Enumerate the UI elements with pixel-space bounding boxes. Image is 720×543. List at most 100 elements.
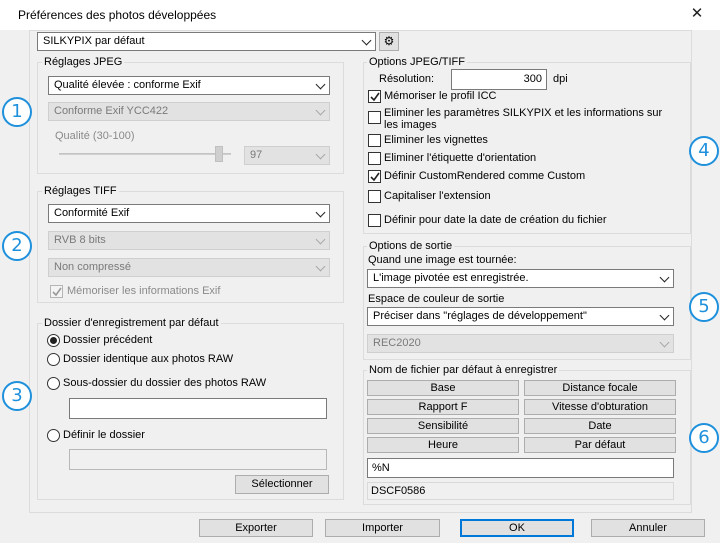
- export-button[interactable]: Exporter: [199, 519, 313, 537]
- radio-selected-dot: [50, 337, 57, 344]
- jpeg-quality-select-value: Qualité élevée : conforme Exif: [54, 79, 201, 91]
- tiff-exif-checkbox[interactable]: [50, 285, 63, 298]
- token-date-button[interactable]: Date: [524, 418, 676, 434]
- jpeg-format-select[interactable]: Conforme Exif YCC422: [48, 102, 330, 121]
- tiff-conformity-select-value: Conformité Exif: [54, 207, 130, 219]
- radio-previous-folder[interactable]: [47, 334, 60, 347]
- tiff-compression-select[interactable]: Non compressé: [48, 258, 330, 277]
- folder-path-input[interactable]: [69, 449, 327, 470]
- custom-rendered-label: Définir CustomRendered comme Custom: [384, 170, 586, 182]
- preset-select[interactable]: SILKYPIX par défaut: [37, 32, 376, 51]
- remove-thumbs-checkbox[interactable]: [368, 134, 381, 147]
- tiff-settings-title: Réglages TIFF: [42, 185, 119, 197]
- jpeg-quality-select[interactable]: Qualité élevée : conforme Exif: [48, 76, 330, 95]
- chevron-down-icon: [315, 149, 326, 160]
- tiff-bits-select-value: RVB 8 bits: [54, 234, 106, 246]
- chevron-down-icon: [315, 105, 326, 116]
- title-bar: Préférences des photos développées ✕: [0, 0, 720, 30]
- rotated-select[interactable]: L'image pivotée est enregistrée.: [367, 269, 674, 288]
- callout-2: 2: [2, 231, 32, 261]
- radio-define-folder-label: Définir le dossier: [63, 429, 145, 441]
- colorspace-label: Espace de couleur de sortie: [368, 293, 505, 305]
- chevron-down-icon: [315, 79, 326, 90]
- radio-same-as-raw-label: Dossier identique aux photos RAW: [63, 353, 234, 365]
- radio-same-as-raw[interactable]: [47, 353, 60, 366]
- token-iso-button[interactable]: Sensibilité: [367, 418, 519, 434]
- tiff-exif-label: Mémoriser les informations Exif: [67, 285, 221, 297]
- subfolder-input[interactable]: [69, 398, 327, 419]
- token-base-button[interactable]: Base: [367, 380, 519, 396]
- jpeg-quality-value-select[interactable]: 97: [244, 146, 330, 165]
- remove-orientation-checkbox[interactable]: [368, 152, 381, 165]
- filename-preview: DSCF0586: [367, 482, 674, 500]
- colorspace-select[interactable]: Préciser dans "réglages de développement…: [367, 307, 674, 326]
- gear-icon: ⚙: [383, 34, 395, 48]
- icc-profile-label: Mémoriser le profil ICC: [384, 90, 497, 102]
- jpeg-format-select-value: Conforme Exif YCC422: [54, 105, 169, 117]
- chevron-down-icon: [659, 272, 670, 283]
- tiff-conformity-select[interactable]: Conformité Exif: [48, 204, 330, 223]
- remove-params-label: Eliminer les paramètres SILKYPIX et les …: [384, 107, 663, 131]
- filename-pattern-input[interactable]: %N: [367, 458, 674, 478]
- rec-select-value: REC2020: [373, 337, 421, 349]
- jpeg-quality-slider[interactable]: [59, 153, 231, 155]
- preset-select-value: SILKYPIX par défaut: [43, 35, 145, 47]
- remove-thumbs-label: Eliminer les vignettes: [384, 134, 488, 146]
- callout-3: 3: [2, 381, 32, 411]
- colorspace-select-value: Préciser dans "réglages de développement…: [373, 310, 587, 322]
- chevron-down-icon: [659, 337, 670, 348]
- capitalize-ext-label: Capitaliser l'extension: [384, 190, 491, 202]
- resolution-label: Résolution:: [379, 73, 435, 85]
- window-title: Préférences des photos développées: [18, 8, 217, 22]
- callout-4: 4: [689, 136, 719, 166]
- chevron-down-icon: [315, 207, 326, 218]
- icc-profile-checkbox[interactable]: [368, 90, 381, 103]
- callout-6: 6: [689, 423, 719, 453]
- token-default-button[interactable]: Par défaut: [524, 437, 676, 453]
- resolution-input[interactable]: 300: [451, 69, 547, 90]
- jpeg-tiff-options-title: Options JPEG/TIFF: [367, 56, 467, 68]
- checkmark-icon: [52, 287, 62, 297]
- radio-define-folder[interactable]: [47, 429, 60, 442]
- jpeg-quality-value: 97: [250, 149, 263, 161]
- creation-date-checkbox[interactable]: [368, 214, 381, 227]
- close-icon[interactable]: ✕: [686, 4, 708, 24]
- chevron-down-icon: [315, 234, 326, 245]
- token-focal-button[interactable]: Distance focale: [524, 380, 676, 396]
- rotated-label: Quand une image est tournée:: [368, 254, 517, 266]
- folder-title: Dossier d'enregistrement par défaut: [42, 317, 221, 329]
- preset-settings-button[interactable]: ⚙: [379, 32, 399, 51]
- custom-rendered-checkbox[interactable]: [368, 170, 381, 183]
- radio-raw-subfolder-label: Sous-dossier du dossier des photos RAW: [63, 377, 267, 389]
- capitalize-ext-checkbox[interactable]: [368, 190, 381, 203]
- chevron-down-icon: [361, 35, 372, 46]
- rec-select[interactable]: REC2020: [367, 334, 674, 353]
- checkmark-icon: [370, 92, 380, 102]
- jpeg-quality-label: Qualité (30-100): [55, 130, 135, 142]
- select-folder-button[interactable]: Sélectionner: [235, 475, 329, 494]
- chevron-down-icon: [659, 310, 670, 321]
- radio-raw-subfolder[interactable]: [47, 377, 60, 390]
- radio-previous-folder-label: Dossier précédent: [63, 334, 153, 346]
- jpeg-quality-slider-thumb[interactable]: [214, 146, 223, 162]
- jpeg-settings-title: Réglages JPEG: [42, 56, 125, 68]
- rotated-select-value: L'image pivotée est enregistrée.: [373, 272, 529, 284]
- remove-params-checkbox[interactable]: [368, 111, 381, 124]
- callout-1: 1: [2, 97, 32, 127]
- remove-orientation-label: Eliminer l'étiquette d'orientation: [384, 152, 537, 164]
- creation-date-label: Définir pour date la date de création du…: [384, 214, 607, 226]
- filename-title: Nom de fichier par défaut à enregistrer: [367, 364, 560, 376]
- token-time-button[interactable]: Heure: [367, 437, 519, 453]
- resolution-unit: dpi: [553, 73, 568, 85]
- chevron-down-icon: [315, 261, 326, 272]
- import-button[interactable]: Importer: [325, 519, 440, 537]
- callout-5: 5: [689, 292, 719, 322]
- cancel-button[interactable]: Annuler: [591, 519, 705, 537]
- tiff-compression-select-value: Non compressé: [54, 261, 132, 273]
- output-options-title: Options de sortie: [367, 240, 455, 252]
- ok-button[interactable]: OK: [460, 519, 574, 537]
- token-fnumber-button[interactable]: Rapport F: [367, 399, 519, 415]
- tiff-bits-select[interactable]: RVB 8 bits: [48, 231, 330, 250]
- token-shutter-button[interactable]: Vitesse d'obturation: [524, 399, 676, 415]
- checkmark-icon: [370, 172, 380, 182]
